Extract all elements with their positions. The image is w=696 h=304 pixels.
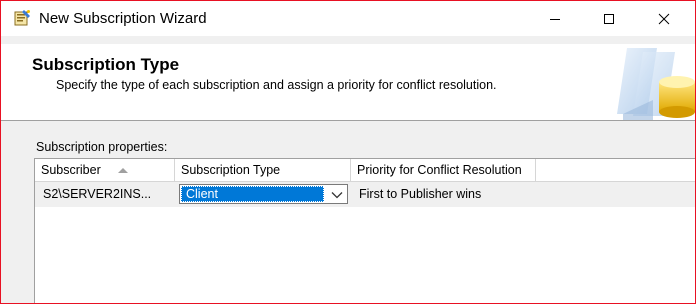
wizard-app-icon bbox=[14, 10, 30, 26]
subscription-type-cell[interactable]: Client bbox=[175, 182, 351, 207]
table-row[interactable]: S2\SERVER2INS... Client First to Publish… bbox=[35, 182, 695, 207]
title-bar[interactable]: New Subscription Wizard bbox=[1, 1, 695, 36]
column-header-label: Subscriber bbox=[41, 163, 101, 177]
column-header-label: Priority for Conflict Resolution bbox=[357, 163, 522, 177]
minimize-icon bbox=[550, 18, 560, 20]
minimize-button[interactable] bbox=[532, 1, 578, 36]
column-header-label: Subscription Type bbox=[181, 163, 281, 177]
wizard-header: Subscription Type Specify the type of ea… bbox=[1, 44, 695, 121]
subscriber-cell[interactable]: S2\SERVER2INS... bbox=[35, 182, 175, 207]
close-icon bbox=[658, 13, 670, 24]
subscription-grid: Subscriber Subscription Type Priority fo… bbox=[34, 158, 695, 303]
priority-cell[interactable]: First to Publisher wins bbox=[351, 182, 536, 207]
page-title: Subscription Type bbox=[32, 55, 180, 74]
page-subtitle: Specify the type of each subscription an… bbox=[56, 78, 497, 92]
subscription-type-dropdown[interactable]: Client bbox=[179, 184, 348, 204]
wizard-window: New Subscription Wizard Subscription Typ… bbox=[0, 0, 696, 304]
maximize-icon bbox=[604, 13, 614, 24]
sort-ascending-icon bbox=[118, 168, 128, 173]
close-button[interactable] bbox=[641, 1, 687, 36]
column-header-subscriber[interactable]: Subscriber bbox=[35, 159, 175, 181]
dropdown-toggle[interactable] bbox=[329, 189, 345, 200]
window-title: New Subscription Wizard bbox=[39, 10, 207, 27]
column-header-priority[interactable]: Priority for Conflict Resolution bbox=[351, 159, 536, 181]
subscription-properties-label: Subscription properties: bbox=[36, 140, 168, 154]
maximize-button[interactable] bbox=[586, 1, 632, 36]
database-wizard-graphic bbox=[617, 48, 695, 120]
grid-header: Subscriber Subscription Type Priority fo… bbox=[35, 159, 695, 182]
chevron-down-icon bbox=[331, 191, 343, 198]
subscription-type-selected-value[interactable]: Client bbox=[181, 186, 324, 202]
column-header-subscription-type[interactable]: Subscription Type bbox=[175, 159, 351, 181]
